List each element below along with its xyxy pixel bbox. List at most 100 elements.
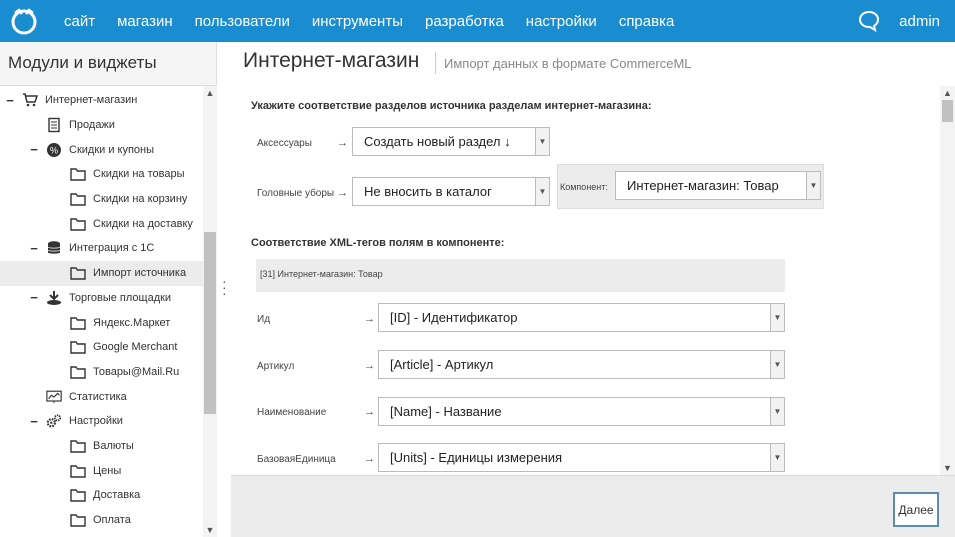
select-value: Интернет-магазин: Товар: [627, 178, 779, 193]
collapse-toggle-icon[interactable]: −: [29, 142, 39, 157]
folder-icon: [70, 438, 86, 454]
component-header: [31] Интернет-магазин: Товар: [256, 259, 785, 292]
nav-item-tools[interactable]: инструменты: [301, 13, 414, 30]
folder-icon: [70, 315, 86, 331]
component-box: Компонент: Интернет-магазин: Товар ▼: [557, 164, 824, 209]
chevron-down-icon: ▼: [770, 304, 784, 331]
folder-icon: [70, 512, 86, 528]
sidebar-item[interactable]: Скидки на товары: [0, 162, 203, 187]
chevron-down-icon: ▼: [535, 128, 549, 155]
sidebar-item-label: Торговые площадки: [69, 291, 172, 304]
sidebar-item-label: Статистика: [69, 390, 127, 403]
content-scrollbar[interactable]: ▲ ▼: [940, 86, 955, 475]
component-select[interactable]: Интернет-магазин: Товар ▼: [615, 171, 821, 200]
field-select-name[interactable]: [Name] - Название ▼: [378, 397, 785, 426]
select-value: [Article] - Артикул: [390, 357, 494, 372]
gears-icon: [46, 413, 62, 429]
field-select-article[interactable]: [Article] - Артикул ▼: [378, 350, 785, 379]
collapse-toggle-icon[interactable]: −: [29, 414, 39, 429]
sidebar-title: Модули и виджеты: [0, 42, 216, 86]
sidebar-item[interactable]: − Торговые площадки: [0, 286, 203, 311]
chat-bubble-icon[interactable]: [857, 9, 881, 33]
sidebar-item-label: Продажи: [69, 119, 115, 132]
select-value: [ID] - Идентификатор: [390, 310, 518, 325]
sidebar-item-label: Скидки на корзину: [93, 193, 188, 206]
sidebar-item-label: Google Merchant: [93, 341, 178, 354]
user-menu[interactable]: admin: [899, 13, 940, 30]
mapping-arrow: →: [364, 313, 375, 325]
sidebar-item-label: Интернет-магазин: [45, 94, 138, 107]
chart-icon: [46, 389, 62, 405]
title-divider: [435, 52, 436, 74]
logo-icon[interactable]: [9, 6, 39, 36]
sidebar-item[interactable]: Цены: [0, 458, 203, 483]
sidebar-scrollbar[interactable]: ▲ ▼: [203, 86, 217, 537]
nav-item-shop[interactable]: магазин: [106, 13, 184, 30]
collapse-toggle-icon[interactable]: −: [5, 93, 15, 108]
sidebar-item[interactable]: Скидки на доставку: [0, 211, 203, 236]
sidebar-item[interactable]: Продажи: [0, 113, 203, 138]
mapping-arrow: →: [337, 187, 348, 199]
cart-icon: [22, 92, 38, 108]
sidebar-item[interactable]: Google Merchant: [0, 335, 203, 360]
field-select-units[interactable]: [Units] - Единицы измерения ▼: [378, 443, 785, 472]
folder-icon: [70, 191, 86, 207]
module-tree: − Интернет-магазин Продажи −% Скидки и купон…: [0, 88, 203, 537]
top-navigation-bar: сайт магазин пользователи инструменты ра…: [0, 0, 955, 42]
sidebar-item[interactable]: Оплата: [0, 508, 203, 533]
sidebar-item[interactable]: − Интеграция с 1С: [0, 236, 203, 261]
nav-item-development[interactable]: разработка: [414, 13, 515, 30]
source-section-label: Головные уборы: [257, 188, 335, 199]
xml-tag-label: Артикул: [257, 361, 295, 372]
scroll-down-icon[interactable]: ▼: [940, 461, 955, 475]
sidebar-item[interactable]: −% Скидки и купоны: [0, 137, 203, 162]
mapping-arrow: →: [364, 453, 375, 465]
mapping-arrow: →: [364, 360, 375, 372]
section-select-accessories[interactable]: Создать новый раздел ↓ ▼: [352, 127, 550, 156]
content-scroll-thumb[interactable]: [942, 100, 953, 122]
source-section-label: Аксессуары: [257, 138, 312, 149]
collapse-toggle-icon[interactable]: −: [29, 290, 39, 305]
folder-icon: [70, 463, 86, 479]
nav-item-help[interactable]: справка: [608, 13, 686, 30]
scroll-down-icon[interactable]: ▼: [203, 523, 217, 537]
sidebar-item[interactable]: Доставка: [0, 483, 203, 508]
page-subtitle: Импорт данных в формате CommerceML: [444, 56, 692, 71]
nav-item-site[interactable]: сайт: [53, 13, 106, 30]
mapping-arrow: →: [364, 406, 375, 418]
sidebar-item[interactable]: Скидки на корзину: [0, 187, 203, 212]
sidebar-item[interactable]: − Настройки: [0, 409, 203, 434]
chevron-down-icon: ▼: [770, 351, 784, 378]
component-label: Компонент:: [560, 182, 608, 192]
xml-tag-label: Ид: [257, 314, 271, 325]
nav-item-settings[interactable]: настройки: [515, 13, 608, 30]
scroll-up-icon[interactable]: ▲: [940, 86, 955, 100]
sidebar-item[interactable]: Валюты: [0, 434, 203, 459]
section-select-headwear[interactable]: Не вносить в каталог ▼: [352, 177, 550, 206]
panel-splitter[interactable]: · · ·: [217, 42, 231, 537]
sidebar-item[interactable]: Импорт источника: [0, 260, 203, 286]
xml-mapping-heading: Соответствие XML-тегов полям в компонент…: [251, 237, 505, 249]
next-button[interactable]: Далее: [893, 492, 939, 527]
scroll-up-icon[interactable]: ▲: [203, 86, 217, 100]
field-select-id[interactable]: [ID] - Идентификатор ▼: [378, 303, 785, 332]
folder-icon: [70, 166, 86, 182]
sidebar-scroll-thumb[interactable]: [204, 232, 216, 414]
main-content: Интернет-магазин Импорт данных в формате…: [231, 42, 955, 537]
collapse-toggle-icon[interactable]: −: [29, 241, 39, 256]
sidebar-item-label: Скидки на товары: [93, 168, 185, 181]
select-value: [Name] - Название: [390, 404, 502, 419]
sidebar-item[interactable]: − Интернет-магазин: [0, 88, 203, 113]
sidebar-item[interactable]: Статистика: [0, 384, 203, 409]
sidebar-item[interactable]: Яндекс.Маркет: [0, 310, 203, 335]
page-title: Интернет-магазин: [243, 49, 420, 72]
marketplace-icon: [46, 290, 62, 306]
sidebar-item-label: Интеграция с 1С: [69, 242, 155, 255]
folder-icon: [70, 364, 86, 380]
sidebar-item[interactable]: Товары@Mail.Ru: [0, 360, 203, 385]
xml-tag-label: БазоваяЕдиница: [257, 454, 336, 465]
select-value: Создать новый раздел ↓: [364, 134, 511, 149]
drag-handle-icon[interactable]: · · ·: [222, 274, 227, 300]
nav-item-users[interactable]: пользователи: [184, 13, 301, 30]
folder-icon: [70, 216, 86, 232]
